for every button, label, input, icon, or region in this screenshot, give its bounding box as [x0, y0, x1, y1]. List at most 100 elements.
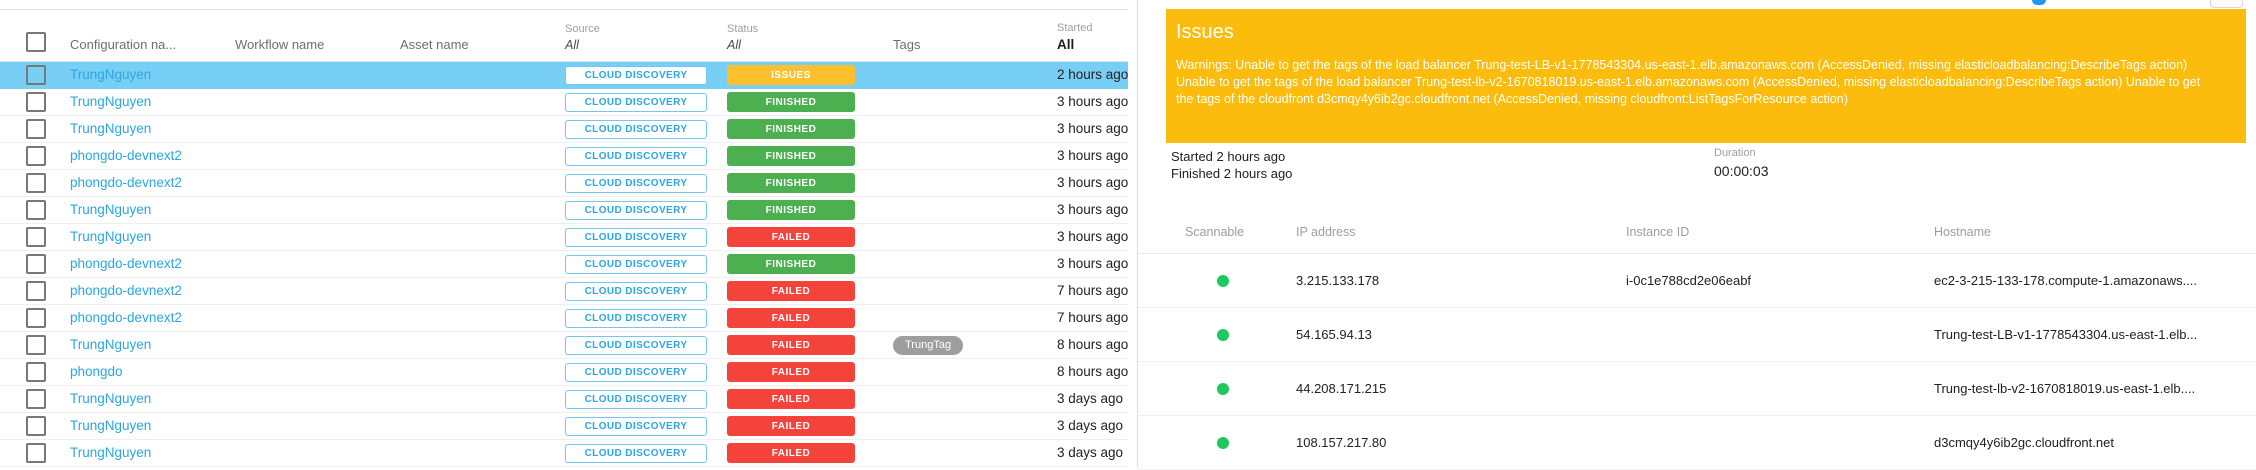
- configuration-name-link[interactable]: TrungNguyen: [70, 94, 151, 109]
- ip-address-cell: 44.208.171.215: [1296, 381, 1626, 396]
- column-header-instance-id: Instance ID: [1626, 225, 1934, 239]
- configuration-name-link[interactable]: TrungNguyen: [70, 445, 151, 460]
- source-badge: CLOUD DISCOVERY: [565, 120, 707, 139]
- started-cell: 3 hours ago: [1057, 202, 1128, 217]
- table-row[interactable]: phongdo-devnext2 CLOUD DISCOVERY FAILED …: [0, 305, 1128, 332]
- hostname-cell: Trung-test-LB-v1-1778543304.us-east-1.el…: [1934, 327, 2256, 342]
- row-checkbox[interactable]: [26, 362, 46, 382]
- configuration-name-link[interactable]: TrungNguyen: [70, 67, 151, 82]
- issues-banner: Issues Warnings: Unable to get the tags …: [1166, 9, 2246, 143]
- table-row[interactable]: TrungNguyen CLOUD DISCOVERY FINISHED 3 h…: [0, 89, 1128, 116]
- row-checkbox[interactable]: [26, 254, 46, 274]
- source-filter-dropdown[interactable]: All: [565, 38, 727, 52]
- configuration-name-link[interactable]: TrungNguyen: [70, 337, 151, 352]
- column-header-asset-name[interactable]: Asset name: [400, 37, 565, 52]
- configuration-name-link[interactable]: TrungNguyen: [70, 229, 151, 244]
- configuration-name-link[interactable]: TrungNguyen: [70, 418, 151, 433]
- table-row[interactable]: TrungNguyen CLOUD DISCOVERY FAILED 3 hou…: [0, 224, 1128, 251]
- asset-row: 54.165.94.13 Trung-test-LB-v1-1778543304…: [1138, 308, 2256, 362]
- source-badge: CLOUD DISCOVERY: [565, 93, 707, 112]
- source-badge: CLOUD DISCOVERY: [565, 309, 707, 328]
- table-row[interactable]: TrungNguyen CLOUD DISCOVERY FAILED 3 day…: [0, 440, 1128, 467]
- scannable-indicator-icon: [1217, 383, 1229, 395]
- table-row[interactable]: phongdo CLOUD DISCOVERY FAILED 8 hours a…: [0, 359, 1128, 386]
- row-checkbox[interactable]: [26, 335, 46, 355]
- status-filter-dropdown[interactable]: All: [727, 38, 893, 52]
- table-row[interactable]: TrungNguyen CLOUD DISCOVERY FINISHED 3 h…: [0, 197, 1128, 224]
- status-badge: FAILED: [727, 308, 855, 328]
- table-row[interactable]: TrungNguyen CLOUD DISCOVERY FINISHED 3 h…: [0, 116, 1128, 143]
- configuration-name-link[interactable]: phongdo-devnext2: [70, 310, 182, 325]
- row-checkbox[interactable]: [26, 389, 46, 409]
- started-text: Started 2 hours ago: [1171, 148, 1292, 165]
- row-checkbox[interactable]: [26, 443, 46, 463]
- status-badge: FINISHED: [727, 254, 855, 274]
- started-cell: 3 hours ago: [1057, 94, 1128, 109]
- row-checkbox[interactable]: [26, 200, 46, 220]
- row-checkbox[interactable]: [26, 119, 46, 139]
- column-header-source[interactable]: Source: [565, 23, 727, 35]
- configuration-name-link[interactable]: phongdo-devnext2: [70, 148, 182, 163]
- configuration-name-link[interactable]: TrungNguyen: [70, 391, 151, 406]
- ip-address-cell: 108.157.217.80: [1296, 435, 1626, 450]
- hostname-cell: d3cmqy4y6ib2gc.cloudfront.net: [1934, 435, 2256, 450]
- started-filter-dropdown[interactable]: All: [1057, 37, 1128, 52]
- status-badge: FINISHED: [727, 146, 855, 166]
- status-badge: FINISHED: [727, 119, 855, 139]
- table-row[interactable]: phongdo-devnext2 CLOUD DISCOVERY FINISHE…: [0, 143, 1128, 170]
- table-row[interactable]: TrungNguyen CLOUD DISCOVERY FAILED Trung…: [0, 332, 1128, 359]
- table-row[interactable]: TrungNguyen CLOUD DISCOVERY ISSUES 2 hou…: [0, 62, 1128, 89]
- row-checkbox[interactable]: [26, 146, 46, 166]
- started-cell: 3 days ago: [1057, 445, 1123, 460]
- configuration-name-link[interactable]: TrungNguyen: [70, 121, 151, 136]
- configuration-name-link[interactable]: phongdo: [70, 364, 123, 379]
- source-badge: CLOUD DISCOVERY: [565, 228, 707, 247]
- table-row[interactable]: TrungNguyen CLOUD DISCOVERY FAILED 3 day…: [0, 413, 1128, 440]
- column-header-started[interactable]: Started: [1057, 22, 1128, 34]
- asset-row: 3.215.133.178 i-0c1e788cd2e06eabf ec2-3-…: [1138, 254, 2256, 308]
- column-header-tags[interactable]: Tags: [893, 37, 1057, 52]
- source-badge: CLOUD DISCOVERY: [565, 282, 707, 301]
- configuration-name-link[interactable]: phongdo-devnext2: [70, 175, 182, 190]
- started-cell: 7 hours ago: [1057, 310, 1128, 325]
- column-header-workflow-name[interactable]: Workflow name: [235, 37, 400, 52]
- configuration-name-link[interactable]: phongdo-devnext2: [70, 256, 182, 271]
- top-corner-button[interactable]: [2210, 0, 2243, 8]
- row-checkbox[interactable]: [26, 281, 46, 301]
- ip-address-cell: 54.165.94.13: [1296, 327, 1626, 342]
- started-cell: 3 hours ago: [1057, 256, 1128, 271]
- configuration-name-link[interactable]: TrungNguyen: [70, 202, 151, 217]
- status-badge: FAILED: [727, 389, 855, 409]
- jobs-table: Configuration na... Workflow name Asset …: [0, 9, 1128, 467]
- source-badge: CLOUD DISCOVERY: [565, 417, 707, 436]
- hostname-cell: ec2-3-215-133-178.compute-1.amazonaws...…: [1934, 273, 2256, 288]
- table-row[interactable]: TrungNguyen CLOUD DISCOVERY FAILED 3 day…: [0, 386, 1128, 413]
- status-badge: FAILED: [727, 443, 855, 463]
- finished-text: Finished 2 hours ago: [1171, 165, 1292, 182]
- table-row[interactable]: phongdo-devnext2 CLOUD DISCOVERY FAILED …: [0, 278, 1128, 305]
- status-badge: FINISHED: [727, 200, 855, 220]
- jobs-table-header: Configuration na... Workflow name Asset …: [0, 10, 1128, 62]
- row-checkbox[interactable]: [26, 173, 46, 193]
- column-header-configuration-name[interactable]: Configuration na...: [70, 37, 235, 52]
- row-checkbox[interactable]: [26, 92, 46, 112]
- source-badge: CLOUD DISCOVERY: [565, 66, 707, 85]
- hostname-cell: Trung-test-lb-v2-1670818019.us-east-1.el…: [1934, 381, 2256, 396]
- row-checkbox[interactable]: [26, 227, 46, 247]
- row-checkbox[interactable]: [26, 416, 46, 436]
- asset-row: 44.208.171.215 Trung-test-lb-v2-16708180…: [1138, 362, 2256, 416]
- table-row[interactable]: phongdo-devnext2 CLOUD DISCOVERY FINISHE…: [0, 170, 1128, 197]
- started-cell: 3 days ago: [1057, 391, 1123, 406]
- row-checkbox[interactable]: [26, 65, 46, 85]
- source-badge: CLOUD DISCOVERY: [565, 255, 707, 274]
- row-checkbox[interactable]: [26, 308, 46, 328]
- column-header-ip-address: IP address: [1296, 225, 1626, 239]
- select-all-checkbox[interactable]: [26, 32, 46, 52]
- column-header-status[interactable]: Status: [727, 23, 893, 35]
- configuration-name-link[interactable]: phongdo-devnext2: [70, 283, 182, 298]
- scannable-indicator-icon: [1217, 437, 1229, 449]
- table-row[interactable]: phongdo-devnext2 CLOUD DISCOVERY FINISHE…: [0, 251, 1128, 278]
- started-cell: 3 hours ago: [1057, 148, 1128, 163]
- screen: Configuration na... Workflow name Asset …: [0, 0, 2256, 468]
- source-badge: CLOUD DISCOVERY: [565, 336, 707, 355]
